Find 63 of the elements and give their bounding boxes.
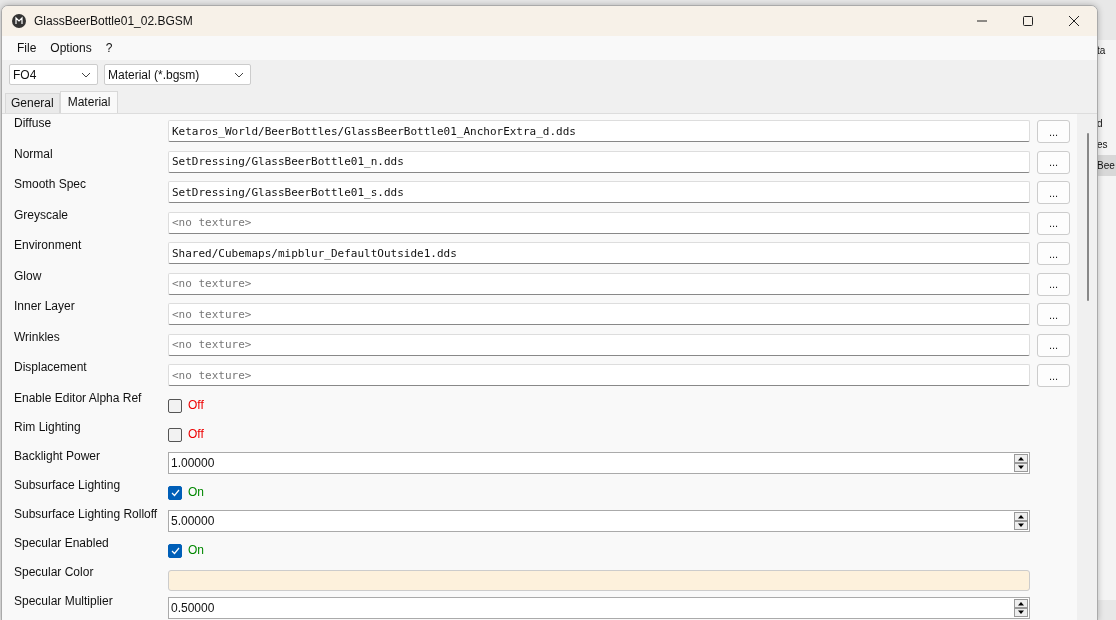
maximize-icon[interactable] — [1022, 15, 1034, 27]
browse-button[interactable]: ... — [1037, 242, 1070, 265]
texture-path-field[interactable]: Shared/Cubemaps/mipblur_DefaultOutside1.dds — [168, 242, 1030, 264]
menu-item[interactable]: ? — [98, 41, 120, 55]
browse-button[interactable]: ... — [1037, 272, 1070, 296]
property-label: Specular Multiplier — [13, 592, 114, 608]
app-icon — [12, 14, 26, 28]
background-text: ta — [1096, 44, 1107, 58]
texture-path-field[interactable]: Ketaros_World/BeerBottles/GlassBeerBottle01_AnchorExtra_d.dds — [168, 120, 1030, 142]
property-label: Subsurface Lighting Rolloff — [13, 505, 159, 521]
property-label: Glow — [13, 267, 43, 283]
color-swatch[interactable] — [168, 569, 1030, 591]
chevron-icon — [234, 71, 244, 78]
checkbox[interactable] — [168, 398, 182, 413]
texture-path-field[interactable]: SetDressing/GlassBeerBottle01_s.dds — [168, 181, 1030, 203]
texture-path-field[interactable]: <no texture> — [168, 211, 1030, 234]
window-title: GlassBeerBottle01_02.BGSM — [34, 14, 193, 28]
number-field[interactable]: 1.00000 — [168, 451, 1030, 474]
toggle-state-text: Off — [188, 397, 204, 412]
property-label: Specular Color — [13, 563, 95, 579]
property-label: Rim Lighting — [13, 418, 82, 434]
property-label: Diffuse — [13, 115, 53, 130]
checkbox[interactable] — [168, 427, 182, 442]
property-label: Displacement — [13, 359, 88, 374]
toggle-state-text: Off — [188, 426, 204, 441]
property-label: Wrinkles — [13, 328, 61, 344]
checkbox[interactable] — [168, 543, 182, 558]
number-field[interactable]: 5.00000 — [168, 509, 1030, 532]
texture-path-field[interactable]: <no texture> — [168, 364, 1030, 386]
tab[interactable]: Material — [59, 91, 119, 113]
property-label: Backlight Power — [13, 447, 102, 463]
chevron-icon — [81, 71, 91, 78]
property-label: Environment — [13, 237, 83, 252]
checkbox[interactable] — [168, 485, 182, 500]
property-label: Normal — [13, 145, 54, 161]
browse-button[interactable]: ... — [1037, 211, 1070, 235]
dropdown[interactable]: FO4 — [9, 64, 98, 85]
browse-button[interactable]: ... — [1037, 303, 1070, 326]
property-label: Inner Layer — [13, 298, 76, 313]
texture-path-field[interactable]: SetDressing/GlassBeerBottle01_n.dds — [168, 150, 1030, 173]
property-label: Specular Enabled — [13, 534, 110, 550]
menu-item[interactable]: Options — [43, 41, 99, 55]
tab[interactable]: General — [5, 93, 60, 113]
number-field[interactable]: 0.50000 — [168, 596, 1030, 619]
property-label: Smooth Spec — [13, 176, 88, 191]
property-label: Greyscale — [13, 206, 70, 222]
browse-button[interactable]: ... — [1037, 333, 1070, 357]
browse-button[interactable]: ... — [1037, 181, 1070, 204]
property-label: Subsurface Lighting — [13, 476, 122, 492]
browse-button[interactable]: ... — [1037, 364, 1070, 387]
browse-button[interactable]: ... — [1037, 120, 1070, 143]
property-label: Enable Editor Alpha Ref — [13, 389, 143, 405]
close-icon[interactable] — [1068, 15, 1080, 27]
toggle-state-text: On — [188, 484, 204, 499]
menu-item[interactable]: File — [10, 41, 44, 55]
toggle-state-text: On — [188, 542, 204, 557]
dropdown[interactable]: Material (*.bgsm) — [104, 64, 251, 85]
texture-path-field[interactable]: <no texture> — [168, 303, 1030, 325]
texture-path-field[interactable]: <no texture> — [168, 333, 1030, 356]
background-text: Bee — [1096, 155, 1116, 176]
scrollbar-thumb[interactable] — [1087, 133, 1089, 301]
texture-path-field[interactable]: <no texture> — [168, 272, 1030, 295]
browse-button[interactable]: ... — [1037, 150, 1070, 174]
